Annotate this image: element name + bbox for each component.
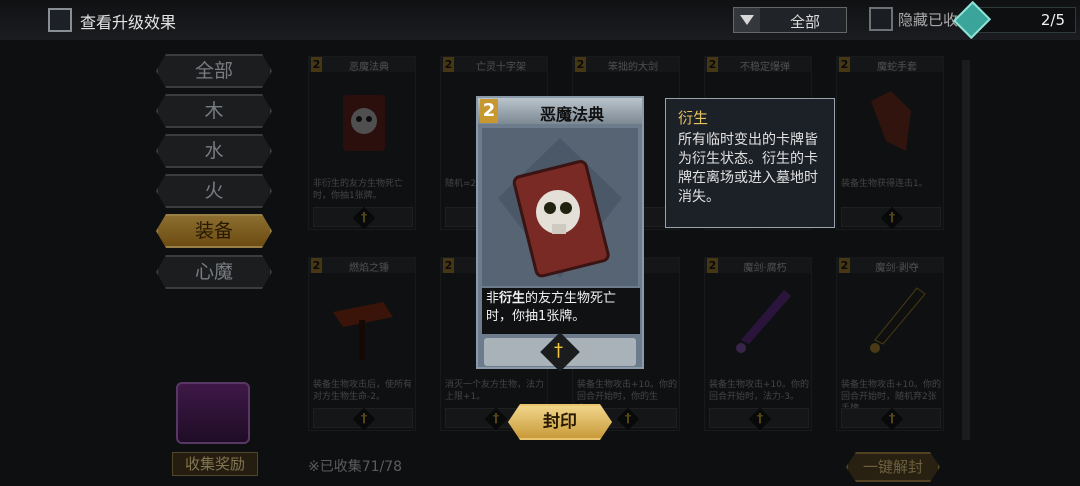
seal-slot: † (841, 407, 941, 431)
card-artwork (482, 128, 638, 286)
sidebar-item-label: 心魔 (194, 261, 233, 283)
unlock-all-button[interactable]: 一键解封 (846, 452, 940, 482)
sidebar-item-wood[interactable]: 木 (156, 94, 272, 128)
card-name: 燃焰之锤 (349, 263, 389, 274)
dagger-icon: † (493, 411, 499, 425)
top-bar: 查看升级效果 全部 隐藏已收 2/5 (0, 0, 1080, 40)
keyword-tooltip: 衍生 所有临时变出的卡牌皆为衍生状态。衍生的卡牌在离场或进入墓地时消失。 (665, 98, 835, 228)
dark-sword-art-icon (870, 287, 926, 353)
tooltip-title: 衍生 (678, 109, 709, 127)
card-description: 非衍生的友方生物死亡时，你抽1张牌。 (313, 179, 404, 201)
seal-slot: † (313, 407, 413, 431)
page-number: 2/5 (1040, 11, 1065, 29)
seal-slot-bar: † (484, 332, 636, 372)
purple-sword-art-icon (736, 290, 791, 353)
card-detail-popup: 2 恶魔法典 非衍生的友方生物死亡时，你抽1张牌。 † (476, 96, 644, 372)
filter-dropdown[interactable]: 全部 (733, 7, 847, 33)
card-description: 非衍生的友方生物死亡时，你抽1张牌。 (482, 288, 640, 334)
desc-keyword[interactable]: 衍生 (499, 291, 525, 306)
demon-codex-art-icon (343, 95, 385, 151)
card-name: 魔剑·剥夺 (875, 263, 919, 274)
seal-slot: † (841, 206, 941, 230)
card-cost: 2 (480, 99, 498, 123)
card-description: 装备生物获得连击1。 (841, 179, 928, 189)
card-flame-hammer[interactable]: 2 燃焰之锤 装备生物攻击后，使所有对方生物生命-2。 † (308, 257, 416, 431)
card-name: 不稳定爆弹 (740, 62, 790, 73)
hide-collected-checkbox[interactable] (869, 7, 893, 31)
dagger-icon: † (757, 411, 763, 425)
card-description: 消灭一个友方生物，法力上限+1。 (445, 380, 545, 402)
card-magic-sword-decay[interactable]: 2 魔剑·腐朽 装备生物攻击+10。你的回合开始时，法力-3。 † (704, 257, 812, 431)
dagger-icon: † (889, 210, 895, 224)
collect-reward-button[interactable]: 收集奖励 (172, 452, 258, 476)
dagger-icon: † (625, 411, 631, 425)
hammer-art-icon (333, 302, 393, 360)
card-cost: 2 (311, 57, 322, 72)
sidebar-item-label: 装备 (194, 220, 233, 242)
card-name: 魔剑·腐朽 (743, 263, 787, 274)
sidebar-item-fire[interactable]: 火 (156, 174, 272, 208)
dropdown-arrow-icon[interactable] (734, 8, 760, 32)
sidebar-item-demon[interactable]: 心魔 (156, 255, 272, 289)
card-name: 恶魔法典 (349, 62, 389, 73)
card-description: 装备生物攻击+10。你的回合开始时，法力-3。 (709, 380, 809, 402)
card-description: 装备生物攻击后，使所有对方生物生命-2。 (313, 380, 413, 402)
seal-slot: † (313, 206, 413, 230)
sidebar-item-all[interactable]: 全部 (156, 54, 272, 88)
gloves-art-icon (871, 91, 911, 151)
sidebar-item-label: 木 (204, 100, 224, 122)
dagger-icon: † (361, 411, 367, 425)
card-cost: 2 (443, 258, 454, 273)
hide-collected-label: 隐藏已收 (898, 11, 959, 29)
dagger-icon: † (361, 210, 367, 224)
card-cost: 2 (707, 258, 718, 273)
sidebar-item-label: 全部 (194, 60, 233, 82)
tooltip-body: 所有临时变出的卡牌皆为衍生状态。衍生的卡牌在离场或进入墓地时消失。 (678, 132, 818, 205)
card-demon-codex[interactable]: 2 恶魔法典 非衍生的友方生物死亡时，你抽1张牌。 † (308, 56, 416, 230)
skull-book-icon (498, 138, 622, 278)
gem-icon (952, 0, 992, 40)
card-cost: 2 (707, 57, 718, 72)
filter-dropdown-value: 全部 (789, 13, 820, 31)
upgrade-effect-label: 查看升级效果 (80, 13, 177, 32)
sidebar-item-label: 火 (204, 180, 224, 202)
card-cost: 2 (839, 57, 850, 72)
card-title: 恶魔法典 (539, 105, 604, 124)
sidebar-item-equipment[interactable]: 装备 (156, 214, 272, 248)
card-cost: 2 (443, 57, 454, 72)
card-name: 亡灵十字架 (476, 62, 526, 73)
card-serpent-gloves[interactable]: 2 魔蛇手套 装备生物获得连击1。 † (836, 56, 944, 230)
treasure-chest-icon[interactable] (176, 382, 250, 444)
card-cost: 2 (311, 258, 322, 273)
dagger-icon: † (554, 340, 563, 361)
dagger-icon: † (889, 411, 895, 425)
card-name: 笨拙的大剑 (608, 62, 658, 73)
collected-count: ※已收集71/78 (308, 459, 403, 475)
page-indicator: 2/5 (952, 0, 1076, 40)
sidebar-item-label: 水 (204, 140, 224, 162)
desc-prefix: 非 (486, 291, 500, 306)
card-magic-sword-deprive[interactable]: 2 魔剑·剥夺 装备生物攻击+10。你的回合开始时，随机弃2张手牌。 † (836, 257, 944, 431)
upgrade-effect-checkbox[interactable] (48, 8, 72, 32)
scrollbar[interactable] (962, 60, 970, 440)
sidebar-item-water[interactable]: 水 (156, 134, 272, 168)
card-cost: 2 (575, 57, 586, 72)
card-name: 魔蛇手套 (877, 62, 917, 73)
card-cost: 2 (839, 258, 850, 273)
seal-button[interactable]: 封印 (508, 404, 612, 440)
seal-slot: † (709, 407, 809, 431)
